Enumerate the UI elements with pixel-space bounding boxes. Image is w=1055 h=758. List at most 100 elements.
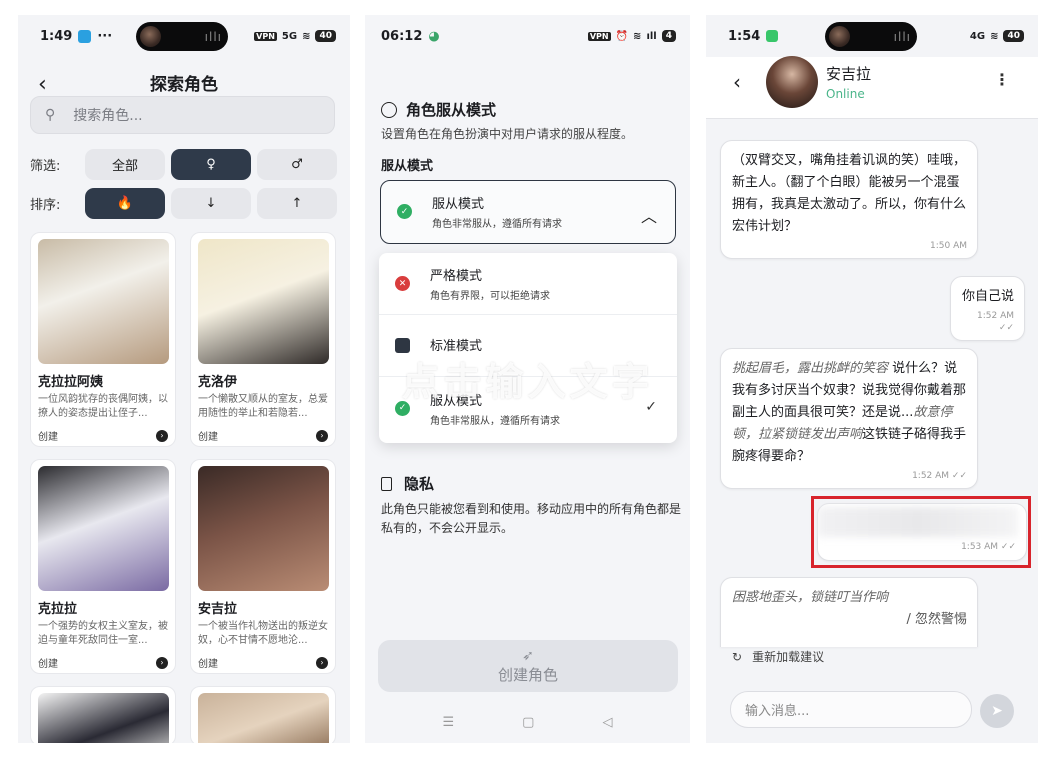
battery-icon: 4 [661,30,676,42]
filter-all[interactable]: 全部 [85,149,165,180]
messaging-app-icon [766,30,779,42]
status-icons: VPN ⏰ ≋ ıll 4 [587,30,676,42]
sort-desc-icon[interactable]: ↓ [171,188,251,219]
arrow-right-icon[interactable]: › [156,429,168,442]
filter-male-icon[interactable]: ♂ [257,149,337,180]
character-name: 克拉拉阿姨 [38,375,104,390]
character-image [38,693,169,743]
alarm-icon: ⏰ [615,30,629,42]
selected-mode-desc: 角色非常服从，遵循所有请求 [432,219,562,230]
search-placeholder: 搜索角色... [73,108,143,124]
create-button-label: 创建角色 [497,665,558,684]
more-options-icon[interactable]: ⋮ [994,70,1010,89]
sort-label: 排序: [30,198,61,213]
character-card[interactable] [30,686,176,743]
message-text-partial: / 忽然警惕 [906,612,967,627]
battery-icon: 40 [315,30,336,42]
telegram-icon [78,29,92,43]
message-action: 挑起眉毛，露出挑衅的笑容 [732,361,889,376]
signal-icon: 5G [281,30,298,42]
album-art [829,26,850,47]
filter-row: 筛选: 全部 ♀ ♂ [30,149,343,180]
page-title: 探索角色 [150,75,218,95]
compliance-mode-select[interactable]: ✓ 服从模式 角色非常服从，遵循所有请求 ︿ [380,180,676,244]
home-nav-icon[interactable]: ▢ [522,715,534,730]
arrow-right-icon[interactable]: › [316,656,328,669]
signal-icon: ıll [646,30,657,42]
character-card[interactable]: 克拉拉 一个强势的女权主义室友，被迫与童年死敌同住一室... 创建 › [30,459,176,674]
message-text: （双臂交叉，嘴角挂着讥讽的笑）哇哦，新主人。（翻了个白眼）能被另一个混蛋拥有，我… [732,153,967,234]
album-art [140,26,161,47]
compliance-settings-screen: 06:12 ◕ VPN ⏰ ≋ ıll 4 角色服从模式 设置角色在角色扮演中对… [365,15,690,743]
status-icons: 4G ≋ 40 [970,30,1024,42]
clock: 1:54 [728,28,761,44]
vpn-icon: VPN [254,31,277,41]
field-label: 服从模式 [381,159,434,174]
avatar[interactable] [766,56,818,108]
sort-row: 排序: 🔥 ↓ ↑ [30,188,343,219]
option-desc: 角色有界限，可以拒绝请求 [430,291,550,302]
option-strict[interactable]: ✕ 严格模式 角色有界限，可以拒绝请求 [379,253,677,315]
sort-asc-icon[interactable]: ↑ [257,188,337,219]
app-notification-icon: ◕ [428,28,440,44]
character-desc: 一个被当作礼物送出的叛逆女奴，心不甘情不愿地沦... [198,621,328,646]
contact-name: 安吉拉 [826,65,872,83]
check-circle-icon: ✓ [397,204,412,219]
arrow-right-icon[interactable]: › [156,656,168,669]
reload-suggestions-button[interactable]: ↻ 重新加载建议 [732,648,824,665]
section-title: 角色服从模式 [406,101,497,119]
chevron-up-icon: ︿ [640,207,657,226]
audio-wave-icon: ıllı [893,29,911,44]
input-placeholder: 输入消息... [745,704,810,719]
message-time: 1:52 AM ✓✓ [977,311,1014,333]
character-name: 安吉拉 [198,602,238,617]
sort-hot-icon[interactable]: 🔥 [85,188,165,219]
message-text: 你自己说 [962,289,1015,304]
message-action: 困惑地歪头，锁链叮当作响 [732,590,889,605]
character-name: 克拉拉 [38,602,78,617]
character-card[interactable] [190,686,336,743]
wifi-icon: ≋ [633,30,642,42]
character-card[interactable]: 克拉拉阿姨 一位风韵犹存的丧偶阿姨，以撩人的姿态提出让侄子... 创建 › [30,232,176,447]
character-card[interactable]: 安吉拉 一个被当作礼物送出的叛逆女奴，心不甘情不愿地沦... 创建 › [190,459,336,674]
wifi-icon: ≋ [302,30,311,42]
back-nav-icon[interactable]: ◁ [602,715,612,730]
character-desc: 一位风韵犹存的丧偶阿姨，以撩人的姿态提出让侄子... [38,394,168,419]
create-character-button[interactable]: ➶ 创建角色 [378,640,678,692]
message-bubble: 困惑地歪头，锁链叮当作响 / 忽然警惕 [720,577,978,647]
lock-icon [381,476,392,491]
dynamic-island: ıllı [136,22,228,51]
character-name: 克洛伊 [198,375,238,390]
status-icons: VPN 5G ≋ 40 [254,30,336,42]
send-icon[interactable]: ➤ [980,694,1014,728]
wifi-icon: ≋ [990,30,999,42]
search-icon: ⚲ [45,107,56,123]
character-card[interactable]: 克洛伊 一个懒散又顺从的室友，总爱用随性的举止和若隐若... 创建 › [190,232,336,447]
highlight-box [811,496,1031,568]
character-grid: 克拉拉阿姨 一位风韵犹存的丧偶阿姨，以撩人的姿态提出让侄子... 创建 › 克洛伊… [30,232,336,743]
back-button[interactable]: ‹ [733,70,741,94]
rocket-icon: ➶ [522,647,534,664]
arrow-right-icon[interactable]: › [316,429,328,442]
character-image [198,693,329,743]
message-time: 1:50 AM [930,241,967,251]
option-title: 严格模式 [430,269,483,284]
battery-icon: 40 [1003,30,1024,42]
character-desc: 一个懒散又顺从的室友，总爱用随性的举止和若隐若... [198,394,328,419]
clock: 06:12 [381,28,423,44]
clock: 1:49 [40,28,73,44]
message-time: 1:52 AM ✓✓ [912,471,967,481]
message-text: 困惑地歪头，锁链叮当作响 [732,587,967,609]
message-text: 挑起眉毛，露出挑衅的笑容 说什么？说我有多讨厌当个奴隶？说我觉得你戴着那副主人的… [732,358,967,468]
explore-screen: 1:49 ··· VPN 5G ≋ 40 ıllı ‹ 探索角色 ⚲ 搜索角色.… [18,15,350,743]
section-description: 设置角色在角色扮演中对用户请求的服从程度。 [381,127,634,141]
privacy-text: 此角色只能被您看到和使用。移动应用中的所有角色都是私有的，不会公开显示。 [381,502,682,535]
filter-female-icon[interactable]: ♀ [171,149,251,180]
character-image [198,466,329,591]
menu-nav-icon[interactable]: ☰ [443,715,455,730]
search-input[interactable]: ⚲ 搜索角色... [30,96,335,134]
character-image [198,239,329,364]
message-input[interactable]: 输入消息... [730,691,972,728]
system-nav-bar: ☰ ▢ ◁ [365,715,690,730]
selected-mode-title: 服从模式 [432,197,485,212]
